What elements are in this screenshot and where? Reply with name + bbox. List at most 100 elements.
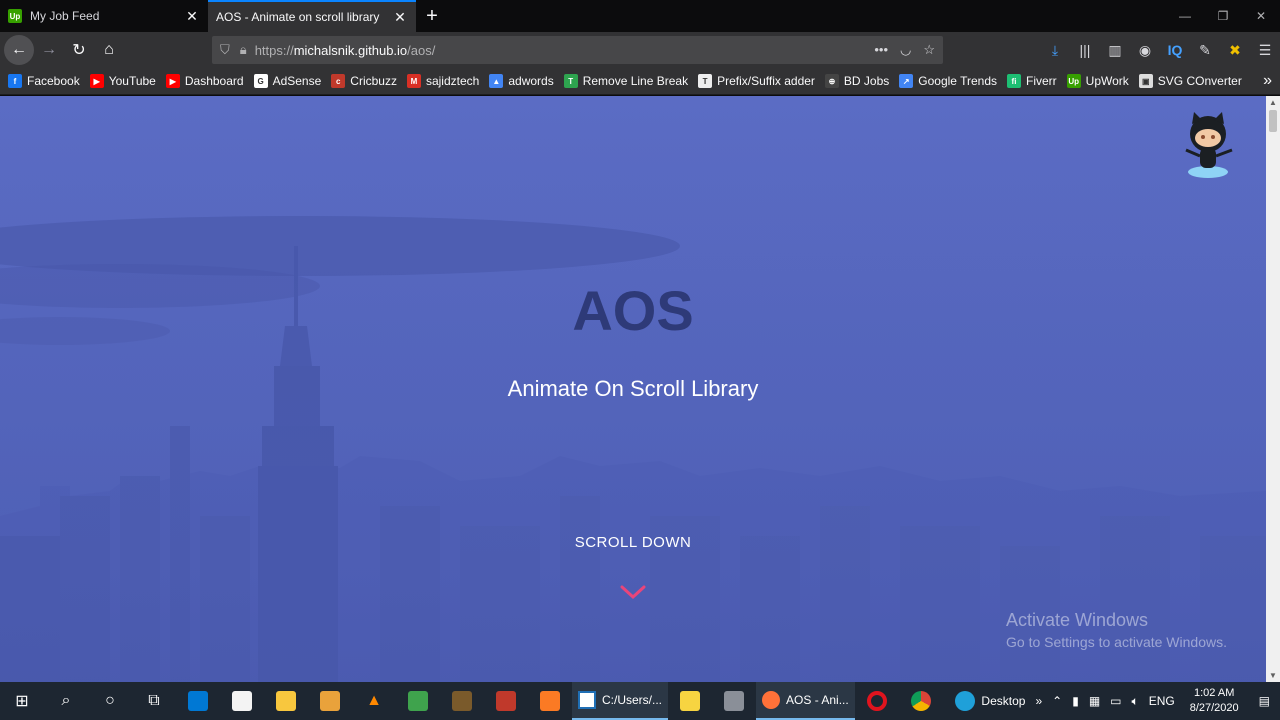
xampp-icon[interactable] xyxy=(528,682,572,720)
page-actions-icon[interactable]: ••• xyxy=(874,42,888,58)
tab-aos[interactable]: AOS - Animate on scroll library ✕ xyxy=(208,0,416,32)
taskbar-app-label: C:/Users/... xyxy=(602,693,663,707)
bookmark-prefix-suffix-adder[interactable]: T Prefix/Suffix adder xyxy=(698,74,815,88)
page-content: AOS Animate On Scroll Library SCROLL DOW… xyxy=(0,96,1266,682)
notifications-icon[interactable]: ▤ xyxy=(1249,694,1280,708)
tab-title: My Job Feed xyxy=(30,9,100,23)
bookmark-favicon-icon: ↗ xyxy=(899,74,914,88)
usb-icon[interactable]: ▮ xyxy=(1067,694,1084,708)
more-bookmarks-icon[interactable]: » xyxy=(1263,72,1272,90)
tools-extension-icon[interactable]: ✖ xyxy=(1220,42,1250,59)
bookmark-upwork[interactable]: Up UpWork xyxy=(1066,74,1129,88)
volume-icon[interactable]: 🔈︎ xyxy=(1127,694,1144,709)
lock-icon[interactable]: 🔒︎ xyxy=(240,42,247,58)
bookmark-youtube[interactable]: ▶ YouTube xyxy=(89,74,156,88)
search-icon[interactable]: ⌕ xyxy=(44,682,88,720)
sidebar-icon[interactable]: ▥ xyxy=(1100,42,1130,59)
app-icon-2[interactable] xyxy=(484,682,528,720)
downloads-icon[interactable]: ⤓ xyxy=(1040,42,1070,59)
bookmark-svg-converter[interactable]: ▣ SVG COnverter xyxy=(1138,74,1242,88)
bookmark-adwords[interactable]: ▲ adwords xyxy=(489,74,554,88)
bookmark-favicon-icon: ⊕ xyxy=(824,74,839,88)
account-icon[interactable]: ◉ xyxy=(1130,42,1160,59)
back-button[interactable]: ← xyxy=(4,35,34,65)
opera-icon[interactable] xyxy=(855,682,899,720)
taskbar-firefox-window[interactable]: AOS - Ani... xyxy=(756,682,855,720)
desktop-toolbar-label[interactable]: Desktop xyxy=(976,694,1030,708)
address-bar[interactable]: ⛉ 🔒︎ https://michalsnik.github.io/aos/ •… xyxy=(212,36,943,64)
vlc-icon[interactable]: ▲ xyxy=(352,682,396,720)
bookmark-label: Prefix/Suffix adder xyxy=(717,74,815,88)
windows-start-icon[interactable]: ⊞ xyxy=(0,682,44,720)
language-indicator[interactable]: ENG xyxy=(1144,694,1180,708)
bookmark-label: Remove Line Break xyxy=(582,74,689,88)
github-octocat-icon[interactable] xyxy=(1170,110,1246,180)
bookmark-cricbuzz[interactable]: c Cricbuzz xyxy=(331,74,397,88)
pen-extension-icon[interactable]: ✎ xyxy=(1190,42,1220,59)
new-tab-button[interactable]: + xyxy=(416,0,448,32)
bookmark-star-icon[interactable]: ☆ xyxy=(923,42,935,58)
tab-my-job-feed[interactable]: Up My Job Feed ✕ xyxy=(0,0,208,32)
scroll-up-icon[interactable]: ▲ xyxy=(1269,98,1277,107)
bookmark-remove-line-break[interactable]: T Remove Line Break xyxy=(563,74,689,88)
iq-extension-icon[interactable]: IQ xyxy=(1160,42,1190,58)
bookmark-sajidztech[interactable]: Msajidztech xyxy=(406,74,479,88)
bookmark-label: Facebook xyxy=(27,74,80,88)
expand-toolbar-icon[interactable]: » xyxy=(1030,694,1047,708)
page-scrollbar[interactable]: ▲ ▼ xyxy=(1266,96,1280,682)
bookmark-label: adwords xyxy=(508,74,554,88)
shield-icon[interactable]: ⛉ xyxy=(220,42,230,58)
task-view-icon[interactable]: ⧉ xyxy=(132,682,176,720)
bookmark-favicon-icon: c xyxy=(331,74,346,88)
bookmark-fiverr[interactable]: fi Fiverr xyxy=(1007,74,1057,88)
chevron-down-icon[interactable] xyxy=(620,584,646,600)
upwork-icon: Up xyxy=(8,9,22,23)
bookmark-facebook[interactable]: f Facebook xyxy=(8,74,80,88)
close-tab-icon[interactable]: ✕ xyxy=(392,9,408,25)
bookmark-favicon-icon: ▣ xyxy=(1138,74,1153,88)
close-window-icon[interactable]: ✕ xyxy=(1242,0,1280,32)
pocket-icon[interactable]: ◡ xyxy=(900,42,911,58)
chrome-icon[interactable] xyxy=(899,682,943,720)
file-explorer-icon[interactable] xyxy=(264,682,308,720)
url-prefix: https:// xyxy=(254,42,294,58)
bookmark-adsense[interactable]: G AdSense xyxy=(253,74,321,88)
taskbar-app-label: AOS - Ani... xyxy=(786,693,849,707)
mail-icon[interactable] xyxy=(176,682,220,720)
bookmark-favicon-icon: Up xyxy=(1066,74,1081,88)
hero-subtitle: Animate On Scroll Library xyxy=(507,376,759,401)
bookmark-favicon-icon: f xyxy=(8,74,22,88)
minimize-icon[interactable]: — xyxy=(1166,0,1204,32)
forward-button[interactable]: → xyxy=(34,35,64,65)
cortana-icon[interactable]: ○ xyxy=(88,682,132,720)
scroll-down-label[interactable]: SCROLL DOWN xyxy=(0,534,1266,551)
bookmark-label: Dashboard xyxy=(184,74,244,88)
close-tab-icon[interactable]: ✕ xyxy=(184,8,200,24)
store-icon[interactable] xyxy=(220,682,264,720)
app-icon[interactable] xyxy=(440,682,484,720)
calculator-icon[interactable] xyxy=(712,682,756,720)
sticky-notes-icon[interactable] xyxy=(668,682,712,720)
color-app-icon[interactable]: ▦ xyxy=(1084,694,1105,708)
bookmark-bd-jobs[interactable]: ⊕ BD Jobs xyxy=(824,74,889,88)
show-hidden-icons-icon[interactable]: ⌃ xyxy=(1047,694,1067,708)
menu-icon[interactable]: ☰ xyxy=(1250,42,1280,59)
taskbar-explorer-window[interactable]: C:/Users/... xyxy=(572,682,669,720)
activate-windows-watermark: Activate Windows Go to Settings to activ… xyxy=(1006,610,1227,650)
tab-title: AOS - Animate on scroll library xyxy=(216,10,380,24)
bookmark-favicon-icon: ▶ xyxy=(89,74,104,88)
window-controls: — ❐ ✕ xyxy=(1166,0,1280,32)
clock[interactable]: 1:02 AM 8/27/2020 xyxy=(1180,686,1249,716)
bookmark-dashboard[interactable]: ▶ Dashboard xyxy=(165,74,244,88)
scrollbar-thumb[interactable] xyxy=(1269,110,1277,132)
bookmark-google-trends[interactable]: ↗ Google Trends xyxy=(899,74,997,88)
reload-button[interactable]: ↻ xyxy=(64,35,94,65)
media-player-icon[interactable] xyxy=(308,682,352,720)
library-icon[interactable]: ||| xyxy=(1070,42,1100,58)
camtasia-icon[interactable] xyxy=(396,682,440,720)
scroll-down-icon[interactable]: ▼ xyxy=(1269,671,1277,680)
maximize-icon[interactable]: ❐ xyxy=(1204,0,1242,32)
url-path: /aos/ xyxy=(407,42,436,58)
home-button[interactable]: ⌂ xyxy=(94,35,124,65)
network-icon[interactable]: ▭ xyxy=(1105,694,1126,708)
